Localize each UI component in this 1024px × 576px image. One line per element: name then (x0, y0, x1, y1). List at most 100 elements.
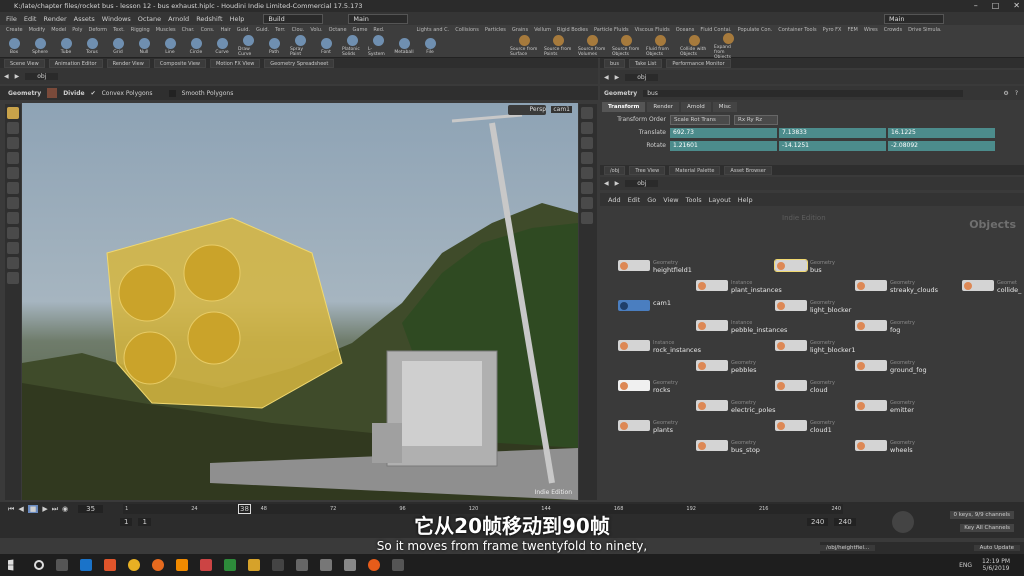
shelf-tool-right[interactable]: Source from Points (544, 35, 572, 57)
network-node[interactable]: Geometry heightfield1 (618, 260, 692, 274)
node-body[interactable] (855, 440, 887, 451)
node-body[interactable] (962, 280, 994, 291)
shelf-tab[interactable]: Poly (72, 27, 82, 33)
shelf-tool[interactable]: Null (134, 37, 154, 55)
display-option-icon[interactable] (581, 182, 593, 194)
network-node[interactable]: Geometry light_blocker (775, 300, 851, 314)
shelf-tab-right[interactable]: Drive Simula. (908, 27, 942, 33)
shelf-tool[interactable]: Torus (82, 37, 102, 55)
shelf-tab[interactable]: Model (51, 27, 66, 33)
network-node[interactable]: Geometry emitter (855, 400, 915, 414)
tab-motion-fx-view[interactable]: Motion FX View (210, 58, 261, 68)
tab-scene-view[interactable]: Scene View (4, 58, 45, 68)
path-obj[interactable]: obj (25, 72, 59, 80)
tab-composite-view[interactable]: Composite View (153, 58, 206, 68)
back-icon[interactable]: ◀ (604, 180, 609, 187)
shelf-tab[interactable]: Octane (329, 27, 347, 33)
scale-tool-icon[interactable] (7, 152, 19, 164)
shelf-tab[interactable]: Volu. (310, 27, 322, 33)
search-icon[interactable] (34, 560, 44, 570)
language-indicator[interactable]: ENG (959, 562, 972, 569)
shelf-tool[interactable]: Path (264, 37, 284, 55)
shelf-tab-right[interactable]: Rigid Bodies (557, 27, 588, 33)
network-node[interactable]: Instance plant_instances (696, 280, 782, 294)
network-node[interactable]: cam1 (618, 300, 671, 311)
app-icon[interactable] (248, 559, 260, 571)
shelf-tool[interactable]: Platonic Solids (342, 35, 362, 57)
rotate-z-field[interactable]: -2.08092 (888, 140, 995, 151)
grid-icon[interactable] (7, 257, 19, 269)
shelf-tab-right[interactable]: Vellum (534, 27, 551, 33)
tab-render-view[interactable]: Render View (106, 58, 150, 68)
node-body[interactable] (855, 360, 887, 371)
tab-material-palette[interactable]: Material Palette (669, 165, 721, 175)
network-path[interactable]: obj (625, 180, 659, 187)
rotate-y-field[interactable]: -14.1251 (779, 140, 886, 151)
translate-x-field[interactable]: 692.73 (670, 127, 777, 138)
back-icon[interactable]: ◀ (604, 74, 609, 81)
convex-checkbox[interactable]: ✔ (91, 90, 96, 97)
network-node[interactable]: Geometry bus (774, 259, 835, 274)
forward-icon[interactable]: ▶ (15, 73, 20, 80)
node-body[interactable] (618, 420, 650, 431)
shelf-tool-right[interactable]: Collide with Objects (680, 35, 708, 57)
shelf-tab[interactable]: Deform (88, 27, 107, 33)
tab-asset-browser[interactable]: Asset Browser (724, 165, 772, 175)
rotate-tool-icon[interactable] (7, 137, 19, 149)
net-menu-edit[interactable]: Edit (628, 196, 641, 204)
network-node[interactable]: Geometry bus_stop (696, 440, 760, 454)
tab-bus[interactable]: bus (604, 58, 625, 68)
handle-tool-icon[interactable] (7, 167, 19, 179)
net-menu-help[interactable]: Help (738, 196, 753, 204)
shelf-tool-right[interactable]: Source from Surface (510, 35, 538, 57)
help-icon[interactable]: ? (1015, 90, 1018, 97)
app-icon[interactable] (344, 559, 356, 571)
shelf-tab[interactable]: Red. (373, 27, 384, 33)
app-icon[interactable] (296, 559, 308, 571)
network-node[interactable]: Geometry electric_poles (696, 400, 776, 414)
tab-arnold[interactable]: Arnold (680, 102, 711, 112)
close-icon[interactable]: ✕ (1013, 0, 1020, 12)
node-body[interactable] (775, 420, 807, 431)
shelf-tab-right[interactable]: Particles (485, 27, 506, 33)
node-body[interactable] (618, 260, 650, 271)
tab-transform[interactable]: Transform (602, 102, 646, 112)
desktop-select-build[interactable]: Build (263, 13, 324, 24)
smooth-checkbox[interactable] (168, 89, 176, 97)
network-editor[interactable]: Indie Edition Objects Geometry heightfiel… (600, 208, 1024, 500)
shelf-tab[interactable]: Guid. (256, 27, 269, 33)
gear-icon[interactable]: ⚙ (1003, 90, 1008, 97)
shelf-tab[interactable]: Clou. (292, 27, 305, 33)
network-node[interactable]: Instance pebble_instances (696, 320, 787, 334)
shelf-tool[interactable]: Font (316, 37, 336, 55)
shelf-tab[interactable]: Hair (220, 27, 230, 33)
shelf-tool[interactable]: Grid (108, 37, 128, 55)
transform-order-select[interactable]: Scale Rot Trans (670, 114, 730, 125)
net-menu-layout[interactable]: Layout (709, 196, 731, 204)
net-menu-go[interactable]: Go (647, 196, 656, 204)
net-menu-view[interactable]: View (663, 196, 678, 204)
shelf-tab-right[interactable]: Oceans (676, 27, 695, 33)
node-body[interactable] (775, 340, 807, 351)
node-body[interactable] (618, 300, 650, 311)
shelf-tool[interactable]: Spray Paint (290, 35, 310, 57)
shelf-tool-right[interactable]: Source from Volumes (578, 35, 606, 57)
node-body[interactable] (696, 280, 728, 291)
node-body[interactable] (775, 380, 807, 391)
menu-arnold[interactable]: Arnold (168, 15, 189, 23)
shelf-tab[interactable]: Modify (29, 27, 46, 33)
menu-redshift[interactable]: Redshift (196, 15, 222, 23)
network-node[interactable]: Geometry cloud (775, 380, 835, 394)
menu-file[interactable]: File (6, 15, 17, 23)
shelf-tab-right[interactable]: Particle Fluids (594, 27, 629, 33)
shelf-tool[interactable]: Circle (186, 37, 206, 55)
network-node[interactable]: Geometry light_blocker1 (775, 340, 855, 354)
shelf-tool-right[interactable]: Fluid from Objects (646, 35, 674, 57)
desktop-select-right[interactable]: Main (884, 13, 944, 24)
shelf-tab-right[interactable]: Pyro FX (823, 27, 842, 33)
network-node[interactable]: Geometry fog (855, 320, 915, 334)
firefox-icon[interactable] (152, 559, 164, 571)
shelf-tab[interactable]: Cons. (201, 27, 215, 33)
shelf-tool-right[interactable]: Expand from Objects (714, 32, 742, 60)
net-menu-add[interactable]: Add (608, 196, 621, 204)
